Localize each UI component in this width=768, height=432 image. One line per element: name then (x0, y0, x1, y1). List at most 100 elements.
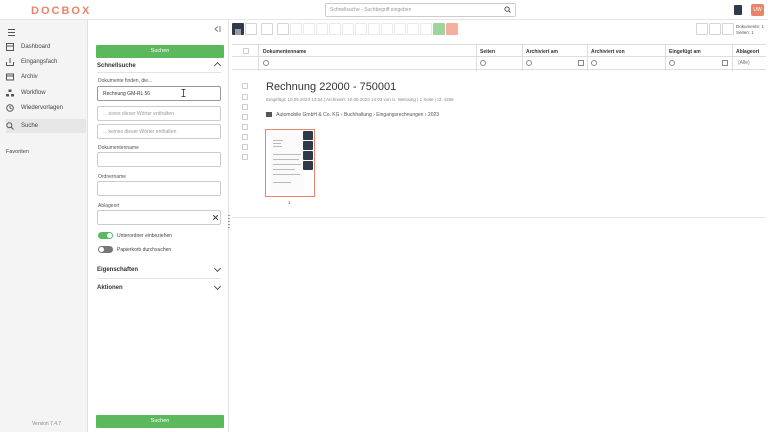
lock-button[interactable] (407, 23, 419, 35)
doc-name-label: Dokumentenname (98, 145, 139, 151)
document-icon[interactable] (734, 5, 742, 15)
share-button[interactable] (316, 23, 328, 35)
none-words-input[interactable]: ... keines dieser Wörter enthalten (97, 124, 221, 139)
column-header-name[interactable]: Dokumentenname (263, 49, 306, 55)
quick-search-input[interactable]: Schnellsuche - Suchbegriff eingeben (325, 3, 516, 17)
column-header-storage[interactable]: Ablageort (736, 49, 759, 55)
column-header-archived-by[interactable]: Archiviert von (591, 49, 625, 55)
include-subfolders-label: Unterordner einbeziehen (117, 233, 173, 239)
breadcrumb-item[interactable]: 2023 (428, 112, 439, 118)
chevron-down-icon[interactable] (213, 264, 222, 273)
breadcrumb-item[interactable]: Buchhaltung (344, 112, 372, 118)
any-words-input[interactable]: ... eines dieser Wörter enthalten (97, 106, 221, 121)
calendar-icon[interactable] (578, 60, 584, 66)
inbox-icon (6, 58, 14, 66)
storage-label: Ablageort (98, 203, 120, 209)
workflow-button[interactable] (355, 23, 367, 35)
search-panel: Suchen Schnellsuche Dokumente finden, di… (89, 20, 229, 432)
download-button[interactable] (303, 23, 315, 35)
history-button[interactable] (420, 23, 432, 35)
avatar[interactable]: UW (751, 4, 764, 16)
sidebar-item-resubmissions[interactable]: Wiedervorlagen (6, 101, 86, 115)
tree-view-button[interactable] (261, 23, 273, 35)
detail-view-button[interactable] (245, 23, 257, 35)
resubmission-icon (6, 104, 14, 112)
folder-name-input[interactable] (97, 181, 221, 196)
comment-icon[interactable] (303, 141, 313, 150)
search-trash-toggle[interactable] (98, 246, 113, 253)
count-info: Dokumente: 1 Seiten: 1 (736, 24, 765, 35)
chevron-up-icon[interactable] (213, 61, 222, 70)
search-icon (6, 122, 14, 130)
folder-name-label: Ordnername (98, 174, 127, 180)
thumbnail-actions (303, 131, 313, 171)
sidebar-item-inbox[interactable]: Eingangsfach (6, 55, 86, 69)
sidebar-item-workflow[interactable]: Workflow (6, 86, 86, 100)
results-area: Dokumente: 1 Seiten: 1 Dokumentenname Sei… (230, 20, 768, 432)
breadcrumb: Automobile GmbH & Co. KG › Buchhaltung ›… (266, 112, 439, 118)
filter-search-icon[interactable] (526, 60, 532, 66)
filter-search-icon[interactable] (591, 60, 597, 66)
top-bar: DOCBOX Schnellsuche - Suchbegriff eingeb… (0, 0, 768, 20)
sidebar-item-search[interactable]: Suche (6, 119, 86, 133)
filter-row: (Alle) (232, 57, 766, 70)
result-meta: Eingefügt: 10.05.2023 13:54 | Archiviert… (266, 97, 454, 102)
breadcrumb-item[interactable]: Eingangsrechnungen (376, 112, 423, 118)
open-button[interactable] (433, 23, 445, 35)
collapse-panel-icon[interactable] (213, 26, 221, 32)
column-header-inserted-at[interactable]: Eingefügt am (669, 49, 701, 55)
workflow-icon (6, 89, 14, 97)
settings-button[interactable] (722, 23, 734, 35)
column-header-pages[interactable]: Seiten (480, 49, 495, 55)
zoom-icon[interactable] (303, 131, 313, 140)
link-button[interactable] (329, 23, 341, 35)
clear-icon[interactable] (213, 215, 218, 220)
doc-name-input[interactable] (97, 152, 221, 167)
include-subfolders-toggle[interactable] (98, 232, 113, 239)
row-checkbox[interactable] (242, 83, 248, 89)
filter-search-icon[interactable] (480, 60, 486, 66)
storage-filter-select[interactable]: (Alle) (738, 60, 750, 66)
actions-section-title[interactable]: Aktionen (97, 285, 123, 291)
filter-search-icon[interactable] (263, 60, 269, 66)
menu-icon[interactable] (8, 29, 15, 38)
archive-icon (6, 73, 14, 81)
download-icon[interactable] (303, 151, 313, 160)
history-icon[interactable] (303, 161, 313, 170)
columns-button[interactable] (709, 23, 721, 35)
calendar-icon[interactable] (722, 60, 728, 66)
quick-search-section-title[interactable]: Schnellsuche (97, 63, 136, 69)
dashboard-icon (6, 43, 14, 51)
breadcrumb-item[interactable]: Automobile GmbH & Co. KG (276, 112, 339, 118)
app-logo: DOCBOX (31, 5, 92, 17)
sidebar-item-archive[interactable]: Archiv (6, 70, 86, 84)
column-header-archived-at[interactable]: Archiviert am (526, 49, 558, 55)
search-trash-label: Papierkorb durchsuchen (117, 247, 172, 253)
search-icon[interactable] (504, 6, 511, 13)
bottom-search-button[interactable]: Suchen (96, 415, 224, 428)
refresh-button[interactable] (277, 23, 289, 35)
text-cursor-icon (181, 89, 186, 97)
favorites-heading: Favoriten (6, 149, 29, 155)
filter-button[interactable] (696, 23, 708, 35)
list-view-button[interactable] (232, 23, 244, 35)
search-button[interactable]: Suchen (96, 45, 224, 58)
properties-section-title[interactable]: Eigenschaften (97, 267, 138, 273)
version-label: Version 7.4.7 (32, 421, 62, 427)
find-docs-label: Dokumente finden, die... (98, 78, 153, 84)
undo-button[interactable] (381, 23, 393, 35)
chevron-down-icon[interactable] (213, 282, 222, 291)
result-title[interactable]: Rechnung 22000 - 750001 (266, 81, 396, 93)
sidebar-item-dashboard[interactable]: Dashboard (6, 40, 86, 54)
select-all-checkbox[interactable] (243, 48, 249, 54)
copy-button[interactable] (342, 23, 354, 35)
page-number: 1 (288, 200, 291, 205)
all-words-input[interactable]: Rechnung GM-RL 56 (97, 86, 221, 101)
export-button[interactable] (446, 23, 458, 35)
filter-search-icon[interactable] (669, 60, 675, 66)
delete-button[interactable] (394, 23, 406, 35)
sort-button[interactable] (290, 23, 302, 35)
storage-input[interactable] (97, 210, 221, 225)
move-button[interactable] (368, 23, 380, 35)
table-header: Dokumentenname Seiten Archiviert am Arch… (232, 44, 766, 71)
